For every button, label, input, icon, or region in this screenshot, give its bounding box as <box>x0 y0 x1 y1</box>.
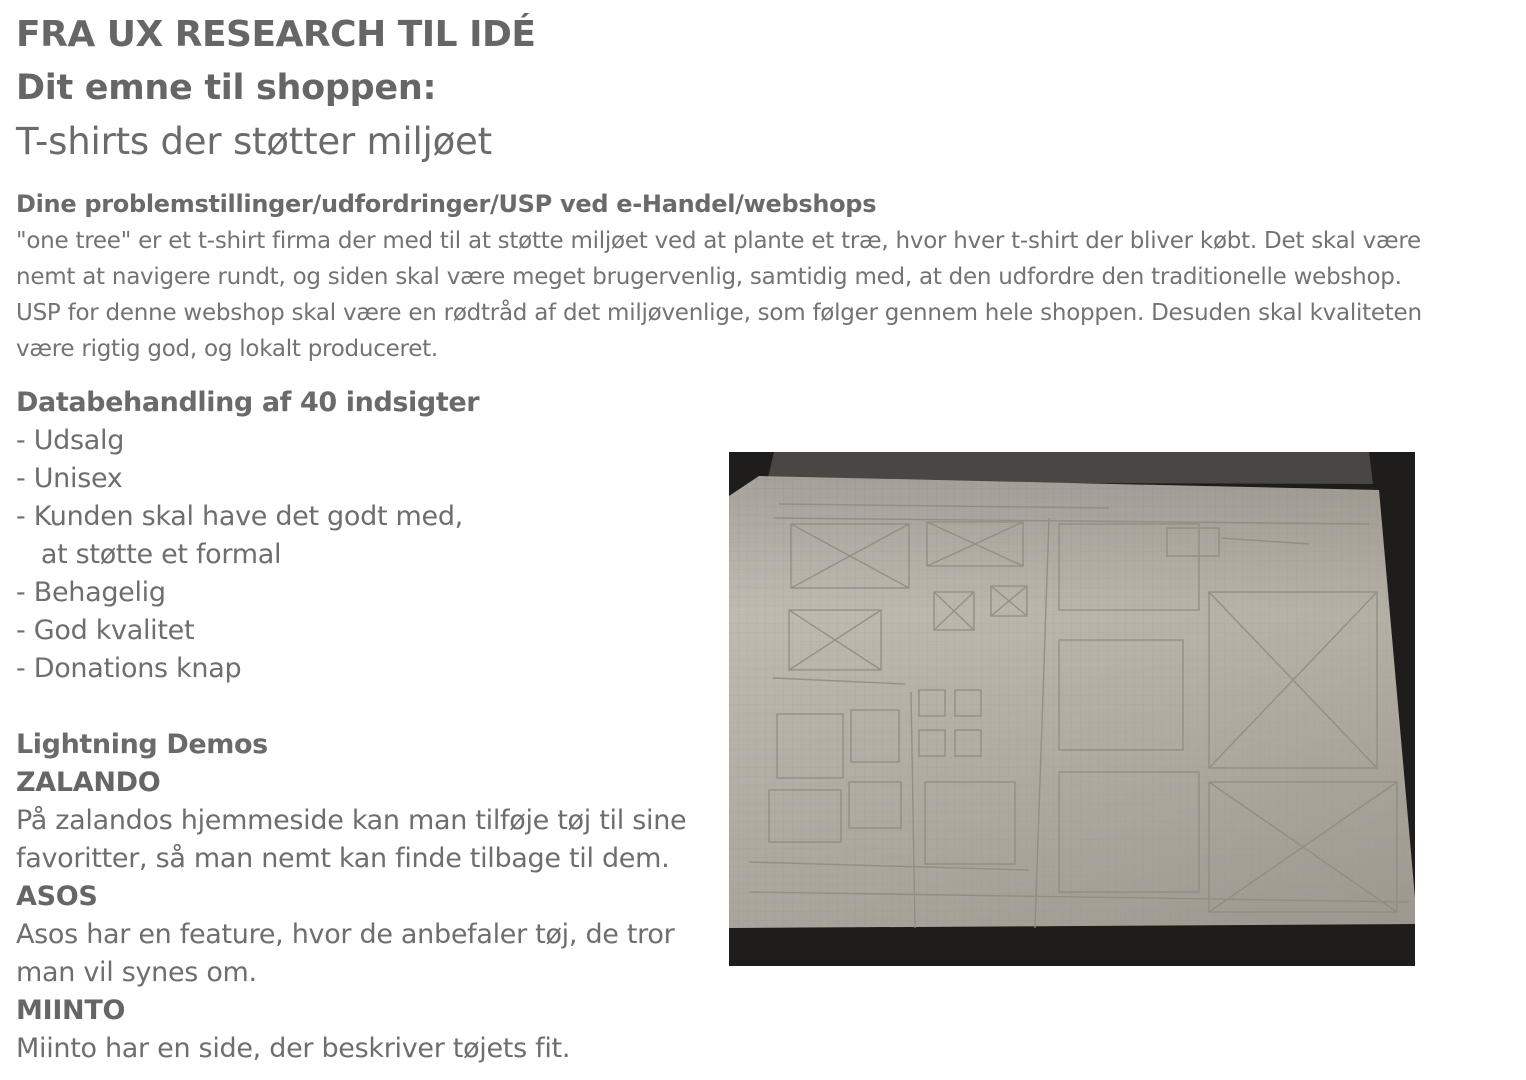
miinto-text: Miinto har en side, der beskriver tøjets… <box>16 1033 571 1064</box>
page-title: FRA UX RESEARCH TIL IDÉ <box>16 14 536 55</box>
asos-text: Asos har en feature, hvor de anbefaler t… <box>16 919 675 950</box>
problem-heading: Dine problemstillinger/udfordringer/USP … <box>16 190 877 218</box>
insight-item: - Donations knap <box>16 653 242 684</box>
demos-heading: Lightning Demos <box>16 729 268 760</box>
insight-item: - Udsalg <box>16 425 125 456</box>
data-heading: Databehandling af 40 indsigter <box>16 387 480 418</box>
problem-line: USP for denne webshop skal være en rødtr… <box>16 300 1422 326</box>
miinto-heading: MIINTO <box>16 995 126 1026</box>
asos-heading: ASOS <box>16 881 98 912</box>
zalando-text: favoritter, så man nemt kan finde tilbag… <box>16 843 670 874</box>
insight-item: - Kunden skal have det godt med, <box>16 501 463 532</box>
problem-line: nemt at navigere rundt, og siden skal væ… <box>16 264 1402 290</box>
zalando-text: På zalandos hjemmeside kan man tilføje t… <box>16 805 687 836</box>
wireframe-sketch-photo <box>729 452 1415 966</box>
problem-line: "one tree" er et t-shirt firma der med t… <box>16 228 1421 254</box>
insight-item: at støtte et formal <box>16 539 282 570</box>
insight-item: - Unisex <box>16 463 123 494</box>
wireframe-sketch-illustration <box>729 452 1415 966</box>
insight-item: - God kvalitet <box>16 615 195 646</box>
asos-text: man vil synes om. <box>16 957 257 988</box>
zalando-heading: ZALANDO <box>16 767 161 798</box>
insight-item: - Behagelig <box>16 577 166 608</box>
topic-text: T-shirts der støtter miljøet <box>16 120 492 163</box>
problem-line: være rigtig god, og lokalt produceret. <box>16 336 438 362</box>
page-subtitle: Dit emne til shoppen: <box>16 68 437 108</box>
